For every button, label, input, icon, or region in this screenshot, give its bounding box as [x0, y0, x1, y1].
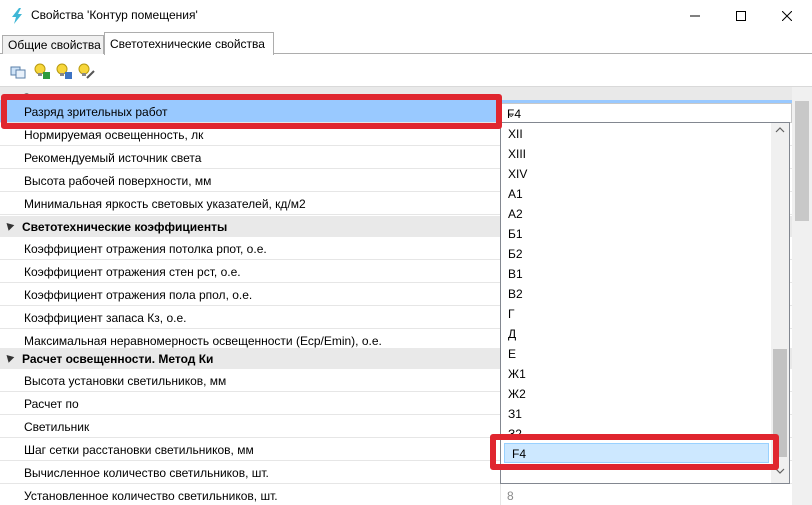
dropdown-scrollbar[interactable] — [771, 123, 789, 483]
property-label: Расчет по — [24, 397, 79, 411]
bulb-brush-icon[interactable] — [77, 62, 95, 80]
property-label: Минимальная яркость световых указателей,… — [24, 197, 306, 211]
highlight-frame-property — [1, 94, 502, 129]
property-label: Высота рабочей поверхности, мм — [24, 174, 212, 188]
maximize-button[interactable] — [718, 0, 764, 31]
property-label: Коэффициент отражения потолка рпот, о.е. — [24, 242, 267, 256]
property-label: Рекомендуемый источник света — [24, 151, 202, 165]
dropdown-option[interactable]: XII — [501, 124, 771, 144]
collapse-arrow-icon[interactable] — [3, 220, 15, 231]
close-button[interactable] — [764, 0, 810, 31]
property-label: Коэффициент отражения стен рст, о.е. — [24, 265, 241, 279]
property-label: Светильник — [24, 420, 90, 434]
close-icon — [782, 10, 792, 21]
property-label: Коэффициент запаса Кз, о.е. — [24, 311, 187, 325]
highlight-frame-selected-option — [490, 434, 779, 470]
toolbar — [0, 55, 812, 85]
copy-properties-icon[interactable] — [9, 62, 27, 80]
dropdown-option[interactable]: XIV — [501, 164, 771, 184]
lightning-app-icon — [12, 8, 22, 24]
tab-lighting-properties[interactable]: Светотехнические свойства — [104, 32, 274, 55]
tab-general-properties[interactable]: Общие свойства — [2, 35, 104, 54]
bulb-table-icon[interactable] — [55, 62, 73, 80]
collapse-arrow-icon[interactable] — [3, 352, 15, 363]
scroll-up-icon[interactable] — [775, 127, 785, 133]
minimize-icon — [690, 15, 700, 16]
property-label: Коэффициент отражения пола рпол, о.е. — [24, 288, 253, 302]
property-label: Шаг сетки расстановки светильников, мм — [24, 443, 254, 457]
dropdown-option[interactable]: В2 — [501, 284, 771, 304]
property-label: Вычисленное количество светильников, шт. — [24, 466, 269, 480]
dropdown-option[interactable]: XIII — [501, 144, 771, 164]
dropdown-option[interactable]: А1 — [501, 184, 771, 204]
window-title: Свойства 'Контур помещения' — [31, 8, 198, 22]
category-title: Расчет освещенности. Метод Ки — [22, 352, 214, 366]
property-value[interactable]: 8 — [500, 484, 792, 505]
dropdown-option[interactable]: Д — [501, 324, 771, 344]
dropdown-option[interactable]: Ж2 — [501, 384, 771, 404]
tab-strip: Общие свойства Светотехнические свойства — [0, 32, 812, 55]
dropdown-option[interactable]: Б1 — [501, 224, 771, 244]
chevron-down-icon[interactable]: ⌄ — [507, 109, 784, 120]
dropdown-option[interactable]: В1 — [501, 264, 771, 284]
maximize-icon — [736, 10, 746, 21]
title-bar: Свойства 'Контур помещения' — [0, 0, 812, 32]
dropdown-option[interactable]: Г — [501, 304, 771, 324]
visual-work-class-combobox[interactable]: F4 ⌄ — [500, 103, 792, 123]
dropdown-option[interactable]: Б2 — [501, 244, 771, 264]
property-label: Высота установки светильников, мм — [24, 374, 227, 388]
property-label: Максимальная неравномерность освещенност… — [24, 334, 382, 348]
grid-scrollbar-thumb[interactable] — [795, 101, 809, 221]
dropdown-option[interactable]: З1 — [501, 404, 771, 424]
property-label: Нормируемая освещенность, лк — [24, 128, 204, 142]
category-title: Светотехнические коэффициенты — [22, 220, 228, 234]
minimize-button[interactable] — [672, 0, 718, 31]
dropdown-option[interactable]: Ж1 — [501, 364, 771, 384]
visual-work-class-dropdown[interactable]: XII XIII XIV А1 А2 Б1 Б2 В1 В2 Г Д Е Ж1 … — [500, 122, 790, 484]
property-label: Установленное количество светильников, ш… — [24, 489, 278, 503]
dropdown-option[interactable]: Е — [501, 344, 771, 364]
bulb-k-icon[interactable] — [33, 62, 51, 80]
grid-scrollbar[interactable] — [792, 87, 812, 505]
dropdown-option[interactable]: А2 — [501, 204, 771, 224]
property-row[interactable]: Установленное количество светильников, ш… — [0, 484, 792, 505]
